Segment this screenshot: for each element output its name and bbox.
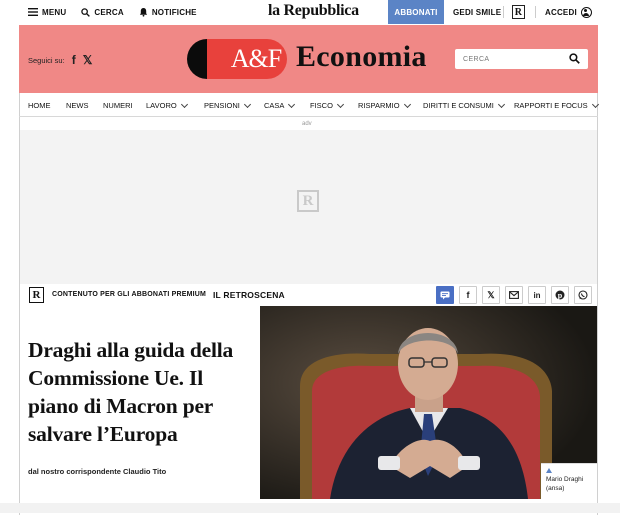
section-title[interactable]: Economia xyxy=(296,40,427,74)
nav-item-label: FISCO xyxy=(310,101,333,110)
ad-placeholder-logo: R xyxy=(297,190,319,212)
nav-item-label: CASA xyxy=(264,101,285,110)
hamburger-icon xyxy=(28,8,38,16)
login-label: ACCEDI xyxy=(545,7,577,17)
user-icon xyxy=(580,6,592,18)
share-whatsapp-button[interactable] xyxy=(574,286,592,304)
nav-item-risparmio[interactable]: RISPARMIO xyxy=(358,100,411,110)
share-x-button[interactable]: 𝕏 xyxy=(482,286,500,304)
search-label: CERCA xyxy=(94,7,124,17)
login-button[interactable]: ACCEDI xyxy=(545,0,592,24)
article-headline[interactable]: Draghi alla guida della Commissione Ue. … xyxy=(28,336,258,448)
article-section-label[interactable]: IL RETROSCENA xyxy=(213,290,285,300)
social-follow: Seguici su: f 𝕏 xyxy=(28,53,92,67)
x-icon: 𝕏 xyxy=(487,289,495,300)
nav-item-diritti-e-consumi[interactable]: DIRITTI E CONSUMI xyxy=(423,100,505,110)
chevron-down-icon xyxy=(180,100,188,108)
search-input[interactable]: CERCA xyxy=(455,49,588,69)
menu-label: MENU xyxy=(42,7,67,17)
share-pinterest-button[interactable]: p xyxy=(551,286,569,304)
divider xyxy=(503,6,504,18)
share-email-button[interactable] xyxy=(505,286,523,304)
nav-item-label: NEWS xyxy=(66,101,89,110)
section-header: Seguici su: f 𝕏 A&F Economia CERCA xyxy=(19,25,598,93)
r-logo: R xyxy=(29,287,44,303)
repubblica-logo[interactable]: la Repubblica xyxy=(268,2,359,20)
nav-item-casa[interactable]: CASA xyxy=(264,100,296,110)
r-logo-link[interactable]: R xyxy=(512,5,525,19)
pinterest-icon: p xyxy=(555,290,565,300)
chevron-down-icon xyxy=(288,100,296,108)
article-byline: dal nostro corrispondente Claudio Tito xyxy=(28,467,167,476)
search-icon xyxy=(81,7,91,17)
follow-label: Seguici su: xyxy=(28,55,65,65)
photo-caption-text: Mario Draghi (ansa) xyxy=(546,476,584,492)
email-icon xyxy=(509,291,519,299)
section-nav: HOME NEWS NUMERI LAVORO PENSIONI CASA FI… xyxy=(19,96,599,117)
notifications-label: NOTIFICHE xyxy=(151,7,197,17)
af-logo[interactable]: A&F xyxy=(187,39,287,79)
svg-text:p: p xyxy=(558,291,563,300)
af-logo-text: A&F xyxy=(207,39,287,79)
adv-label: adv xyxy=(302,121,312,127)
nav-item-news[interactable]: NEWS xyxy=(66,101,89,110)
nav-item-pensioni[interactable]: PENSIONI xyxy=(204,100,251,110)
comment-button[interactable] xyxy=(436,286,454,304)
page-bottom xyxy=(0,503,620,513)
chevron-down-icon xyxy=(336,100,344,108)
top-bar: MENU CERCA NOTIFICHE la Repubblica ABBON… xyxy=(0,0,620,24)
chevron-down-icon xyxy=(497,100,505,108)
search-button[interactable]: CERCA xyxy=(81,0,124,24)
gedi-smile-link[interactable]: GEDI SMILE xyxy=(453,0,501,24)
linkedin-icon: in xyxy=(533,290,541,300)
nav-item-label: HOME xyxy=(28,101,51,110)
chevron-down-icon xyxy=(591,100,599,108)
menu-button[interactable]: MENU xyxy=(28,0,66,24)
premium-bar: R CONTENUTO PER GLI ABBONATI PREMIUM IL … xyxy=(20,284,597,306)
nav-item-label: LAVORO xyxy=(146,101,177,110)
nav-item-rapporti-e-focus[interactable]: RAPPORTI E FOCUS xyxy=(514,100,599,110)
x-icon[interactable]: 𝕏 xyxy=(83,53,93,67)
nav-item-label: RAPPORTI E FOCUS xyxy=(514,101,588,110)
notifications-button[interactable]: NOTIFICHE xyxy=(139,0,197,24)
photo-caption: Mario Draghi (ansa) xyxy=(541,463,597,499)
nav-item-label: NUMERI xyxy=(103,101,133,110)
whatsapp-icon xyxy=(578,290,588,300)
nav-item-home[interactable]: HOME xyxy=(28,101,51,110)
nav-item-label: PENSIONI xyxy=(204,101,240,110)
nav-item-fisco[interactable]: FISCO xyxy=(310,100,344,110)
nav-item-numeri[interactable]: NUMERI xyxy=(103,101,133,110)
share-linkedin-button[interactable]: in xyxy=(528,286,546,304)
facebook-icon[interactable]: f xyxy=(72,53,76,67)
premium-label: CONTENUTO PER GLI ABBONATI PREMIUM xyxy=(52,291,207,298)
share-facebook-button[interactable]: f xyxy=(459,286,477,304)
facebook-icon: f xyxy=(466,290,470,300)
top-bar-left: MENU CERCA NOTIFICHE xyxy=(28,0,197,24)
nav-item-label: DIRITTI E CONSUMI xyxy=(423,101,494,110)
comment-icon xyxy=(440,291,450,299)
search-placeholder: CERCA xyxy=(463,55,490,63)
chevron-down-icon xyxy=(243,100,251,108)
chevron-down-icon xyxy=(403,100,411,108)
search-icon[interactable] xyxy=(569,53,580,64)
nav-item-label: RISPARMIO xyxy=(358,101,400,110)
subscribe-button[interactable]: ABBONATI xyxy=(388,0,444,24)
nav-item-lavoro[interactable]: LAVORO xyxy=(146,100,188,110)
caption-arrow-icon xyxy=(546,468,552,473)
divider xyxy=(535,6,536,18)
bell-icon xyxy=(139,7,147,17)
